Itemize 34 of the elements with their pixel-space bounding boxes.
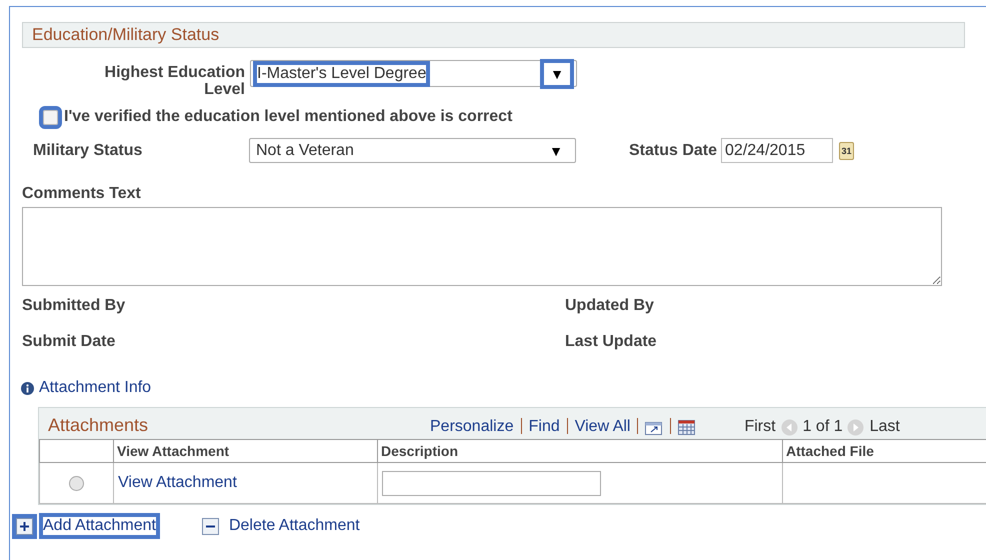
grid-link[interactable]: View All — [574, 418, 630, 436]
column-header: Attached File — [782, 440, 986, 462]
date-field[interactable]: 02/24/2015 — [721, 138, 834, 163]
calendar-icon[interactable]: 31 — [839, 142, 854, 160]
field-label: Updated By — [565, 297, 655, 315]
view-attachment-link[interactable]: View Attachment — [118, 474, 237, 491]
zoom-window-icon[interactable] — [645, 420, 664, 436]
page-count: 1 of 1 — [802, 418, 843, 436]
description-field[interactable] — [382, 470, 601, 496]
action-link[interactable]: Delete Attachment — [228, 517, 360, 535]
field-label: Status Date — [629, 142, 718, 160]
checkbox-label: I've verified the education level mentioned above is correct — [64, 108, 512, 126]
nav-text: First — [744, 418, 776, 436]
education-select[interactable]: I-Master's Level Degree ▼ — [250, 60, 577, 87]
military-select[interactable]: Not a Veteran ▼ — [249, 138, 576, 163]
column-header: View Attachment — [114, 440, 378, 462]
radio-button[interactable] — [69, 476, 84, 490]
grid-title: Attachments — [48, 415, 150, 436]
field-label: Last Update — [565, 333, 658, 351]
field-label: Military Status — [33, 142, 144, 160]
section-header: Education/Military Status — [22, 22, 965, 48]
spreadsheet-icon[interactable] — [678, 420, 696, 436]
column-header: Description — [378, 440, 782, 462]
info-icon — [21, 382, 34, 394]
field-label: Submit Date — [22, 333, 116, 351]
attachment-info-link[interactable]: Attachment Info — [39, 379, 152, 397]
grid-link[interactable]: Personalize — [430, 418, 514, 436]
comments-field[interactable] — [22, 207, 942, 286]
nav-text: Last — [870, 418, 900, 436]
field-label: Submitted By — [22, 297, 126, 315]
field-label: Highest Education Level — [104, 64, 245, 98]
field-label: Comments Text — [22, 185, 142, 203]
grid-link[interactable]: Find — [528, 418, 560, 436]
remove-icon[interactable] — [202, 518, 219, 534]
